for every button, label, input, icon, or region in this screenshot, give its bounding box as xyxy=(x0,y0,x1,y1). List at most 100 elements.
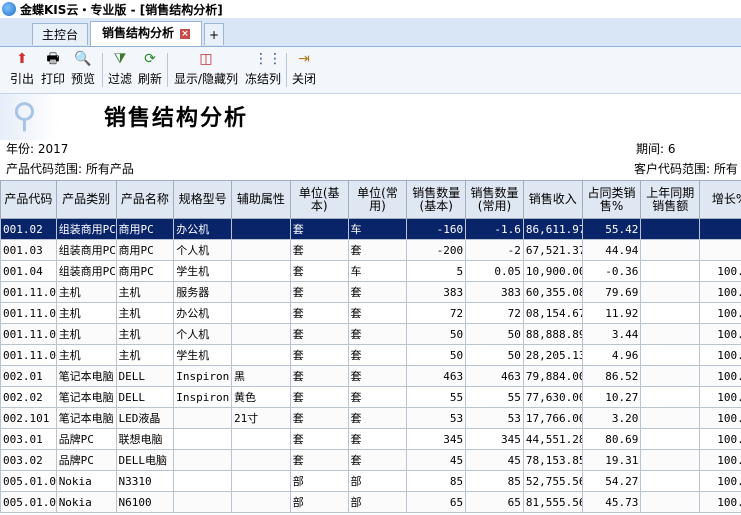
table-row[interactable]: 001.11.02主机主机办公机套套727208,154.6711.92100.… xyxy=(0,302,741,324)
table-cell[interactable]: 19.31 xyxy=(581,449,642,471)
table-row[interactable]: 005.01.02NokiaN6100部部656581,555.5645.731… xyxy=(0,491,741,513)
table-cell[interactable]: 笔记本电脑 xyxy=(55,386,117,408)
table-cell[interactable]: DELL xyxy=(115,365,175,387)
table-cell[interactable] xyxy=(231,344,291,366)
table-cell[interactable]: 52,755.56 xyxy=(522,470,583,492)
table-cell[interactable] xyxy=(640,323,701,345)
table-cell[interactable]: 主机 xyxy=(115,323,175,345)
table-cell[interactable]: 学生机 xyxy=(173,260,232,282)
table-cell[interactable]: 79,884.00 xyxy=(522,365,583,387)
refresh-button[interactable]: ⟳ 刷新 xyxy=(136,50,164,90)
table-cell[interactable]: 28,205.13 xyxy=(522,344,583,366)
table-cell[interactable]: 463 xyxy=(465,365,524,387)
table-cell[interactable]: 383 xyxy=(465,281,524,303)
table-cell[interactable]: 套 xyxy=(347,239,408,261)
table-cell[interactable] xyxy=(231,260,291,282)
table-cell[interactable]: 45.73 xyxy=(581,491,642,513)
table-cell[interactable]: 主机 xyxy=(115,281,175,303)
table-cell[interactable]: -0.36 xyxy=(581,260,642,282)
table-cell[interactable]: 商用PC xyxy=(115,260,175,282)
table-cell[interactable] xyxy=(231,323,291,345)
table-cell[interactable]: 54.27 xyxy=(581,470,642,492)
table-cell[interactable]: 3.20 xyxy=(581,407,642,429)
table-cell[interactable]: 组装商用PC xyxy=(55,218,117,240)
table-cell[interactable]: 345 xyxy=(406,428,467,450)
table-cell[interactable]: 002.02 xyxy=(0,386,57,408)
table-cell[interactable]: 部 xyxy=(347,470,408,492)
table-cell[interactable]: 001.03 xyxy=(0,239,57,261)
table-cell[interactable] xyxy=(231,302,291,324)
table-cell[interactable]: 学生机 xyxy=(173,344,232,366)
table-cell[interactable]: 套 xyxy=(289,239,349,261)
table-cell[interactable]: 车 xyxy=(347,218,408,240)
table-cell[interactable]: 001.02 xyxy=(0,218,57,240)
table-cell[interactable]: 套 xyxy=(289,302,349,324)
table-cell[interactable]: 联想电脑 xyxy=(115,428,175,450)
table-cell[interactable]: 部 xyxy=(347,491,408,513)
table-cell[interactable]: 100.00 xyxy=(699,470,741,492)
column-header[interactable]: 辅助属性 xyxy=(231,180,291,219)
table-row[interactable]: 001.04 组装商用PC 商用PC 学生机 套车 5 0.05 10,900.00 -0.36… xyxy=(0,260,741,282)
table-cell[interactable] xyxy=(640,386,701,408)
table-cell[interactable]: LED液晶 xyxy=(115,407,175,429)
table-cell[interactable]: 001.11.03 xyxy=(0,323,57,345)
table-cell[interactable]: 4.96 xyxy=(581,344,642,366)
table-cell[interactable]: 345 xyxy=(465,428,524,450)
column-header[interactable]: 单位(基本) xyxy=(289,180,349,219)
table-cell[interactable]: 主机 xyxy=(55,281,117,303)
table-cell[interactable] xyxy=(173,491,232,513)
table-cell[interactable] xyxy=(231,449,291,471)
table-cell[interactable]: 100.00 xyxy=(699,449,741,471)
table-cell[interactable] xyxy=(231,470,291,492)
table-cell[interactable]: 黄色 xyxy=(231,386,291,408)
column-header[interactable]: 增长% xyxy=(699,180,741,219)
table-cell[interactable]: 部 xyxy=(289,491,349,513)
table-cell[interactable]: 44.94 xyxy=(581,239,642,261)
table-cell[interactable] xyxy=(173,449,232,471)
column-header[interactable]: 上年同期销售额 xyxy=(640,180,701,219)
table-cell[interactable] xyxy=(640,449,701,471)
table-cell[interactable] xyxy=(699,218,741,240)
table-cell[interactable]: 100.00 xyxy=(699,491,741,513)
table-cell[interactable]: -2 xyxy=(465,239,524,261)
table-cell[interactable]: 品牌PC xyxy=(55,428,117,450)
table-cell[interactable]: 55.42 xyxy=(581,218,642,240)
table-cell[interactable]: 85 xyxy=(406,470,467,492)
column-header[interactable]: 产品代码 xyxy=(0,180,57,219)
table-cell[interactable]: 套 xyxy=(347,302,408,324)
column-header[interactable]: 产品名称 xyxy=(115,180,175,219)
table-cell[interactable]: 部 xyxy=(289,470,349,492)
table-cell[interactable]: 套 xyxy=(289,344,349,366)
table-cell[interactable]: 002.01 xyxy=(0,365,57,387)
table-row[interactable]: 003.01品牌PC联想电脑套套34534544,551.2880.69100.… xyxy=(0,428,741,450)
table-cell[interactable]: 002.101 xyxy=(0,407,57,429)
table-cell[interactable]: 套 xyxy=(289,281,349,303)
table-cell[interactable]: 套 xyxy=(289,449,349,471)
table-cell[interactable]: 001.04 xyxy=(0,260,57,282)
table-cell[interactable]: 67,521.37 xyxy=(522,239,583,261)
table-cell[interactable]: 80.69 xyxy=(581,428,642,450)
table-cell[interactable] xyxy=(173,407,232,429)
table-row[interactable]: 001.11.04主机主机学生机套套505028,205.134.96100.0… xyxy=(0,344,741,366)
table-cell[interactable]: 60,355.08 xyxy=(522,281,583,303)
table-cell[interactable]: 50 xyxy=(406,323,467,345)
show-hide-columns-button[interactable]: ◫ 显示/隐藏列 xyxy=(171,50,241,90)
table-cell[interactable]: 10.27 xyxy=(581,386,642,408)
table-cell[interactable]: 套 xyxy=(289,323,349,345)
table-cell[interactable]: DELL xyxy=(115,386,175,408)
table-cell[interactable]: 45 xyxy=(406,449,467,471)
table-cell[interactable]: 笔记本电脑 xyxy=(55,365,117,387)
table-cell[interactable]: Inspiron xyxy=(173,386,232,408)
table-cell[interactable]: Inspiron xyxy=(173,365,232,387)
table-row[interactable]: 001.02 组装商用PC 商用PC 办公机 套车 -160 -1.6 86,611.97 55… xyxy=(0,218,741,240)
filter-button[interactable]: ⧩ 过滤 xyxy=(106,50,134,90)
table-cell[interactable]: 车 xyxy=(347,260,408,282)
freeze-columns-button[interactable]: ⋮⋮ 冻结列 xyxy=(244,50,282,90)
table-cell[interactable] xyxy=(231,218,291,240)
table-cell[interactable]: 65 xyxy=(406,491,467,513)
table-cell[interactable]: 商用PC xyxy=(115,239,175,261)
column-header[interactable]: 占同类销售% xyxy=(581,180,642,219)
table-cell[interactable]: 85 xyxy=(465,470,524,492)
column-header[interactable]: 产品类别 xyxy=(55,180,117,219)
table-cell[interactable]: 组装商用PC xyxy=(55,239,117,261)
